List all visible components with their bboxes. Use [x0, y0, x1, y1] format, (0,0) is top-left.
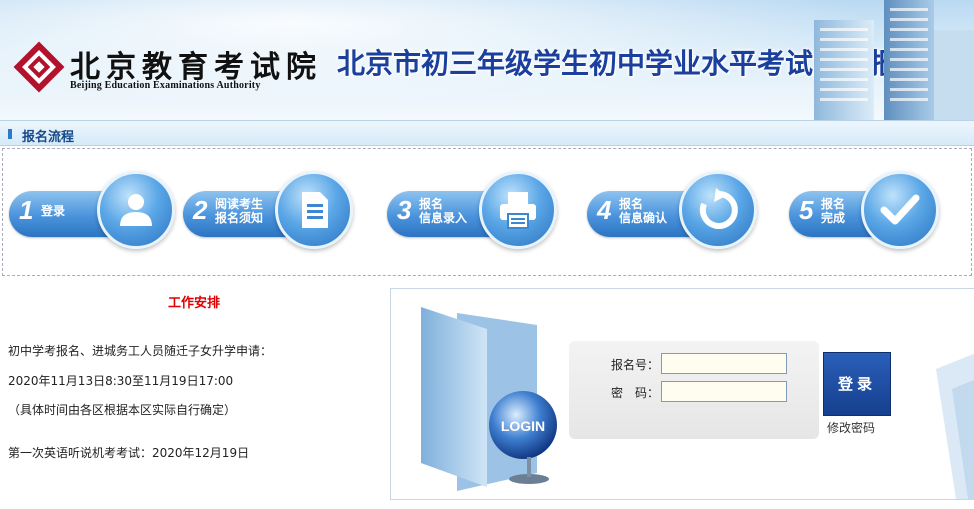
header-banner: 北京教育考试院 Beijing Education Examinations A… [0, 0, 974, 120]
logo: 北京教育考试院 Beijing Education Examinations A… [12, 40, 317, 94]
registration-steps: 1 登录 2 阅读考生 报名须知 3 报名 信息录入 4 报名 信息确认 5 报… [2, 148, 972, 276]
step-number: 5 [799, 195, 814, 225]
username-row: 报名号： [569, 351, 819, 377]
change-password-link[interactable]: 修改密码 [827, 419, 875, 436]
paper-decoration [936, 353, 974, 499]
step-number: 3 [397, 195, 412, 225]
step-4-confirm-info: 4 报名 信息确认 [587, 171, 787, 249]
step-label: 报名 完成 [821, 197, 845, 225]
login-folder-illustration: LOGIN [421, 307, 557, 491]
notice-line: 2020年11月13日8:30至11月19日17:00 [8, 374, 234, 388]
step-3-enter-info: 3 报名 信息录入 [387, 171, 587, 249]
step-2-read-notice: 2 阅读考生 报名须知 [183, 171, 383, 249]
step-label-line1: 报名 [821, 197, 846, 211]
notice-title: 工作安排 [167, 296, 220, 311]
step-1-login: 1 登录 [9, 171, 189, 249]
notice-line: （具体时间由各区根据本区实际自行确定） [8, 403, 237, 417]
step-icon-circle [97, 171, 175, 249]
registration-number-input[interactable] [661, 353, 787, 374]
refresh-icon [699, 188, 738, 229]
step-label-line2: 信息录入 [419, 211, 468, 225]
work-schedule-notice: 工作安排 初中学考报名、进城务工人员随迁子女升学申请： 2020年11月13日8… [0, 286, 388, 506]
notice-line: 初中学考报名、进城务工人员随迁子女升学申请： [8, 344, 273, 358]
step-label-line2: 完成 [821, 211, 846, 225]
logo-english-name: Beijing Education Examinations Authority [70, 80, 261, 91]
step-label: 阅读考生 报名须知 [215, 197, 263, 225]
step-label: 报名 信息确认 [619, 197, 667, 225]
password-label: 密 码： [610, 386, 659, 400]
notice-line: 第一次英语听说机考考试：2020年12月19日 [8, 446, 250, 460]
step-5-complete: 5 报名 完成 [789, 171, 969, 249]
checkmark-icon [880, 194, 920, 225]
step-label-line2: 信息确认 [619, 211, 668, 225]
login-form: 报名号： 密 码： [569, 341, 819, 439]
step-icon-circle [479, 171, 557, 249]
step-label: 登录 [41, 204, 66, 218]
password-input[interactable] [661, 381, 787, 402]
step-icon-circle [275, 171, 353, 249]
login-badge: LOGIN [501, 418, 545, 434]
step-label-line2: 报名须知 [215, 211, 264, 225]
document-icon [302, 192, 328, 228]
step-number: 4 [597, 195, 612, 225]
beea-logo-icon [13, 41, 65, 93]
step-label: 报名 信息录入 [419, 197, 467, 225]
user-icon [120, 194, 152, 226]
step-label-line1: 阅读考生 [215, 197, 264, 211]
section-title: 报名流程 [22, 130, 75, 145]
login-button[interactable]: 登录 [823, 352, 891, 416]
step-label-line1: 报名 [419, 197, 444, 211]
login-panel: LOGIN 报名号： 密 码： 登录 修改密码 [390, 288, 974, 500]
step-icon-circle [679, 171, 757, 249]
step-number: 1 [19, 195, 34, 225]
step-icon-circle [861, 171, 939, 249]
step-number: 2 [193, 195, 208, 225]
printer-icon [500, 192, 536, 229]
buildings-illustration [814, 0, 974, 120]
username-label: 报名号： [610, 358, 659, 372]
section-marker [8, 129, 12, 139]
step-label-line1: 报名 [619, 197, 644, 211]
section-header: 报名流程 [0, 120, 974, 146]
password-row: 密 码： [569, 379, 819, 405]
